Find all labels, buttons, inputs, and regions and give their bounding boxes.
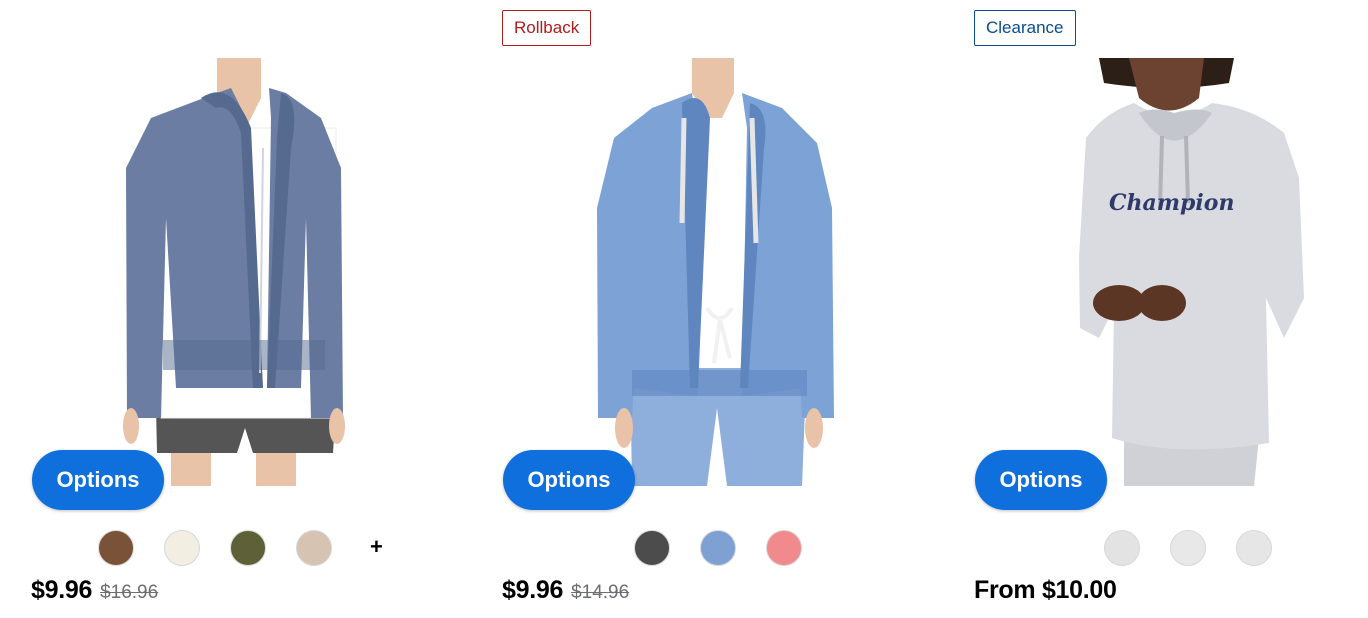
current-price: $9.96	[502, 576, 564, 604]
color-swatches: +	[31, 530, 383, 566]
color-swatch-light-gray-1[interactable]	[1104, 530, 1140, 566]
current-price: $9.96	[31, 576, 93, 604]
price-row: $9.96 $16.96	[31, 572, 158, 608]
more-colors-button[interactable]: +	[370, 534, 383, 560]
color-swatch-light-gray-3[interactable]	[1236, 530, 1272, 566]
rollback-badge: Rollback	[502, 10, 592, 46]
current-price: From $10.00	[974, 576, 1117, 604]
color-swatch-charcoal[interactable]	[634, 530, 670, 566]
product-image[interactable]	[31, 58, 371, 486]
color-swatch-brown[interactable]	[98, 530, 134, 566]
color-swatch-cream[interactable]	[164, 530, 200, 566]
color-swatch-light-gray-2[interactable]	[1170, 530, 1206, 566]
color-swatches	[974, 530, 1314, 566]
product-card: Rollback Options $9.96 $14.96	[502, 0, 842, 618]
clearance-badge: Clearance	[974, 10, 1076, 46]
was-price: $16.96	[100, 582, 159, 603]
color-swatch-pink[interactable]	[766, 530, 802, 566]
options-button[interactable]: Options	[975, 450, 1107, 510]
was-price: $14.96	[571, 582, 630, 603]
product-image[interactable]	[502, 58, 842, 486]
champion-logo: Champion	[1109, 190, 1234, 216]
product-card: Clearance Champion Options From $10.00	[974, 0, 1314, 618]
color-swatch-blue[interactable]	[700, 530, 736, 566]
product-card: Options + $9.96 $16.96	[31, 0, 383, 618]
options-button[interactable]: Options	[503, 450, 635, 510]
product-image[interactable]: Champion	[974, 58, 1314, 486]
color-swatch-olive[interactable]	[230, 530, 266, 566]
color-swatches	[502, 530, 842, 566]
price-row: $9.96 $14.96	[502, 572, 629, 608]
options-button[interactable]: Options	[32, 450, 164, 510]
color-swatch-beige[interactable]	[296, 530, 332, 566]
price-row: From $10.00	[974, 572, 1117, 608]
